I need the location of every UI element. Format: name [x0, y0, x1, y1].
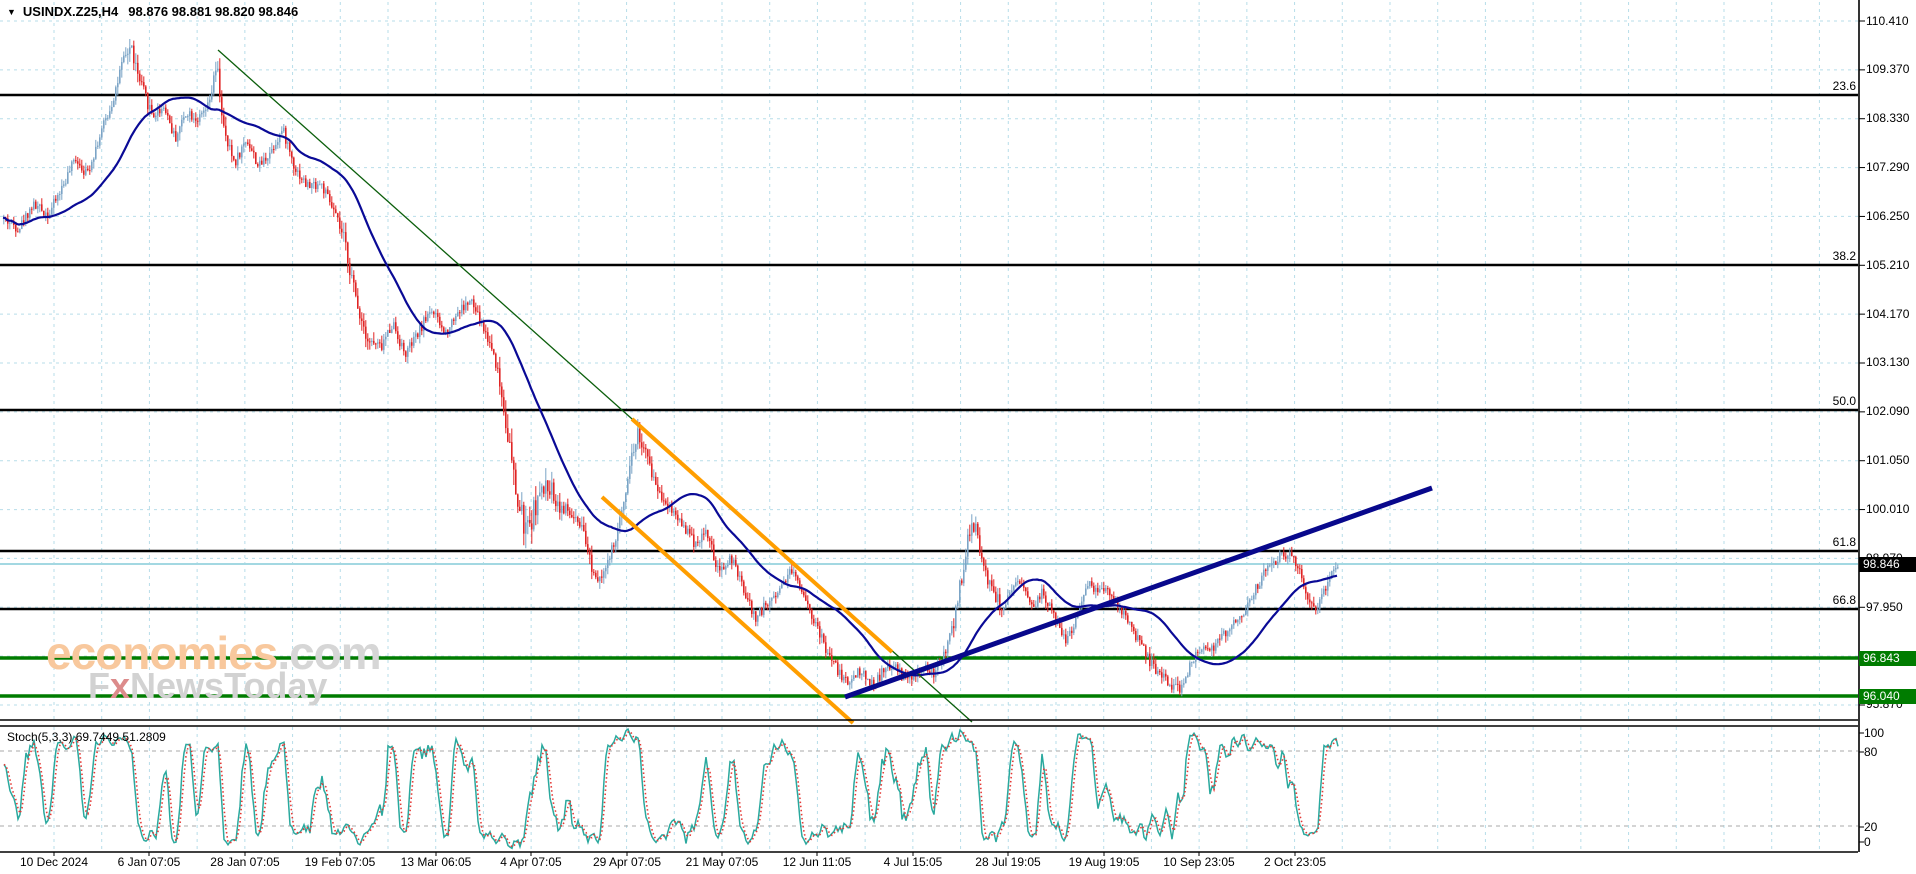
stochastic-indicator-label: Stoch(5,3,3) 69.7449 51.2809 [7, 730, 166, 744]
price-axis-label-104.170: 104.170 [1866, 307, 1909, 322]
chart-window: economies.com FxNewsToday ▼USINDX.Z25,H4… [0, 0, 1916, 874]
date-label-3: 19 Feb 07:05 [305, 855, 376, 869]
chevron-down-icon[interactable]: ▼ [7, 7, 16, 17]
date-label-1: 6 Jan 07:05 [118, 855, 181, 869]
fib-label-23.6: 23.6 [1833, 80, 1856, 93]
fib-label-38.2: 38.2 [1833, 250, 1856, 263]
fib-label-61.8: 61.8 [1833, 536, 1856, 549]
candle-bodies-bull [3, 46, 1339, 693]
price-axis-label-103.130: 103.130 [1866, 355, 1909, 370]
price-axis-label-107.290: 107.290 [1866, 160, 1909, 175]
ohlc-quote-values: 98.876 98.881 98.820 98.846 [128, 4, 298, 19]
price-axis-label-110.410: 110.410 [1866, 14, 1909, 29]
symbol-header[interactable]: ▼ USINDX.Z25,H4 98.876 98.881 98.820 98.84… [7, 4, 298, 19]
symbol-timeframe-label: USINDX.Z25,H4 [23, 4, 118, 19]
date-label-13: 2 Oct 23:05 [1264, 855, 1326, 869]
date-label-10: 28 Jul 19:05 [975, 855, 1040, 869]
candle-wicks-bull [4, 39, 1338, 696]
price-axis-label-108.330: 108.330 [1866, 111, 1909, 126]
descending-channel-upper-orange [632, 419, 892, 652]
date-label-2: 28 Jan 07:05 [210, 855, 279, 869]
price-axis-label-105.210: 105.210 [1866, 258, 1909, 273]
stochastic-k-line [4, 729, 1338, 848]
date-label-11: 19 Aug 19:05 [1069, 855, 1140, 869]
price-axis-label-102.090: 102.090 [1866, 404, 1909, 419]
watermark-fxnewstoday: FxNewsToday [88, 668, 327, 704]
price-axis-label-97.950: 97.950 [1866, 600, 1903, 615]
price-marker-96.843: 96.843 [1859, 651, 1916, 666]
stoch-scale-0: 0 [1864, 835, 1871, 850]
moving-average-line [3, 98, 1337, 676]
price-axis-label-100.010: 100.010 [1866, 502, 1909, 517]
stoch-scale-20: 20 [1864, 820, 1877, 835]
price-axis-label-109.370: 109.370 [1866, 62, 1909, 77]
date-label-5: 4 Apr 07:05 [500, 855, 561, 869]
fib-label-66.8: 66.8 [1833, 594, 1856, 607]
date-label-9: 4 Jul 15:05 [884, 855, 943, 869]
price-axis-label-101.050: 101.050 [1866, 453, 1909, 468]
stoch-scale-100: 100 [1864, 726, 1884, 741]
watermark-rest: NewsToday [130, 665, 327, 706]
ascending-support-navy [845, 488, 1432, 697]
price-marker-98.846: 98.846 [1859, 557, 1916, 572]
date-label-12: 10 Sep 23:05 [1163, 855, 1234, 869]
date-label-4: 13 Mar 06:05 [401, 855, 472, 869]
fib-label-50.0: 50.0 [1833, 395, 1856, 408]
stoch-scale-80: 80 [1864, 745, 1877, 760]
date-label-7: 21 May 07:05 [686, 855, 759, 869]
date-label-0: 10 Dec 2024 [20, 855, 88, 869]
watermark-x-logo: x [110, 665, 130, 706]
price-axis-label-106.250: 106.250 [1866, 209, 1909, 224]
price-chart-canvas[interactable] [0, 0, 1916, 874]
watermark-f: F [88, 665, 110, 706]
price-marker-96.040: 96.040 [1859, 689, 1916, 704]
date-label-8: 12 Jun 11:05 [783, 855, 852, 869]
date-label-6: 29 Apr 07:05 [593, 855, 661, 869]
